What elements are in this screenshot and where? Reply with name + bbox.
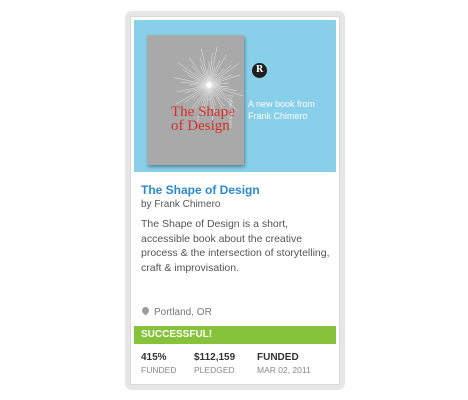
- stat-funded-label: FUNDED: [141, 365, 177, 375]
- stat-end-date-label: MAR 02, 2011: [257, 365, 311, 375]
- project-title-link[interactable]: The Shape of Design: [141, 183, 260, 197]
- status-label: SUCCESSFUL!: [141, 329, 213, 340]
- stat-funded-value: 415%: [141, 352, 167, 363]
- stat-pledged-value: $112,159: [194, 352, 236, 363]
- book-cover: The Shape of Design Frank Chimero: [147, 35, 244, 165]
- status-banner: SUCCESSFUL!: [134, 326, 336, 344]
- publisher-logo-icon: R: [252, 63, 267, 78]
- stat-end-date: FUNDED MAR 02, 2011: [257, 352, 311, 375]
- location-pin-icon: [140, 305, 151, 316]
- project-description: The Shape of Design is a short, accessib…: [141, 218, 330, 274]
- stat-funded: 415% FUNDED: [141, 352, 176, 375]
- project-byline: by Frank Chimero: [141, 199, 221, 210]
- project-image[interactable]: The Shape of Design Frank Chimero R A ne…: [134, 20, 336, 172]
- project-card[interactable]: The Shape of Design Frank Chimero R A ne…: [130, 16, 340, 385]
- project-location[interactable]: Portland, OR: [140, 305, 212, 318]
- stat-pledged: $112,159 PLEDGED: [194, 352, 235, 375]
- hero-tagline: A new book from Frank Chimero: [248, 99, 316, 121]
- project-card-frame: The Shape of Design Frank Chimero R A ne…: [125, 11, 345, 390]
- stat-end-status: FUNDED: [257, 352, 299, 363]
- book-cover-author: Frank Chimero: [227, 95, 233, 129]
- stat-pledged-label: PLEDGED: [194, 365, 235, 375]
- location-label: Portland, OR: [154, 307, 212, 318]
